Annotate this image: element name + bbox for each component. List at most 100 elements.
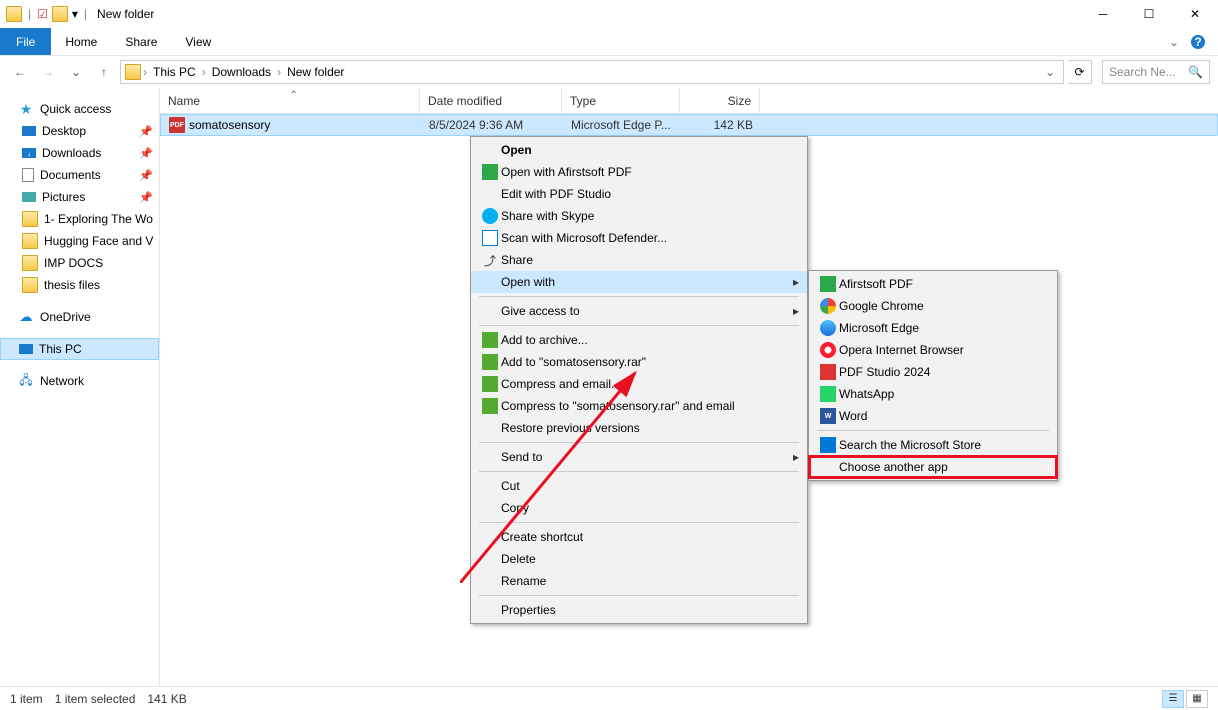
sidebar-quick-access[interactable]: ★Quick access (0, 98, 159, 120)
back-button[interactable]: ← (8, 60, 32, 84)
ctx-separator (479, 522, 799, 523)
refresh-button[interactable]: ⟳ (1068, 60, 1092, 84)
sub-chrome[interactable]: Google Chrome (809, 295, 1057, 317)
maximize-button[interactable]: ☐ (1126, 0, 1172, 28)
ctx-delete[interactable]: Delete (471, 548, 807, 570)
sidebar-label: Downloads (42, 146, 101, 160)
pin-icon: 📌 (139, 147, 153, 160)
recent-dropdown[interactable]: ⌄ (64, 60, 88, 84)
tab-share[interactable]: Share (111, 28, 171, 55)
file-type-cell: Microsoft Edge P... (563, 118, 681, 132)
ctx-send-to[interactable]: Send to▸ (471, 446, 807, 468)
ctx-compress-rar-email[interactable]: Compress to "somatosensory.rar" and emai… (471, 395, 807, 417)
folder-icon (22, 255, 38, 271)
sidebar-label: Documents (40, 168, 101, 182)
breadcrumb-root[interactable]: This PC (149, 65, 200, 79)
qat-properties-icon[interactable]: ☑ (37, 7, 48, 21)
column-size[interactable]: Size (680, 88, 760, 113)
whatsapp-icon (820, 386, 836, 402)
ctx-add-rar[interactable]: Add to "somatosensory.rar" (471, 351, 807, 373)
sidebar-folder-3[interactable]: IMP DOCS (0, 252, 159, 274)
navigation-pane: ★Quick access Desktop📌 ↓Downloads📌 Docum… (0, 88, 160, 686)
column-name[interactable]: Name⌃ (160, 88, 420, 113)
status-selection: 1 item selected (55, 692, 136, 706)
ctx-open[interactable]: Open (471, 139, 807, 161)
breadcrumb-newfolder[interactable]: New folder (283, 65, 348, 79)
tab-view[interactable]: View (171, 28, 225, 55)
ctx-open-with[interactable]: Open with▸ (471, 271, 807, 293)
ctx-scan-defender[interactable]: Scan with Microsoft Defender... (471, 227, 807, 249)
sidebar-folder-2[interactable]: Hugging Face and V (0, 230, 159, 252)
up-button[interactable]: ↑ (92, 60, 116, 84)
tab-home[interactable]: Home (51, 28, 111, 55)
skype-icon (482, 208, 498, 224)
ctx-add-archive[interactable]: Add to archive... (471, 329, 807, 351)
sidebar-network[interactable]: 🖧Network (0, 370, 159, 392)
sidebar-this-pc[interactable]: This PC (0, 338, 159, 360)
breadcrumb-dropdown[interactable]: ⌄ (1041, 65, 1059, 79)
minimize-button[interactable]: ─ (1080, 0, 1126, 28)
file-name: somatosensory (189, 118, 270, 132)
file-list: Name⌃ Date modified Type Size PDFsomatos… (160, 88, 1218, 686)
close-button[interactable]: ✕ (1172, 0, 1218, 28)
file-row[interactable]: PDFsomatosensory 8/5/2024 9:36 AM Micros… (160, 114, 1218, 136)
ctx-copy[interactable]: Copy (471, 497, 807, 519)
ctx-edit-pdfstudio[interactable]: Edit with PDF Studio (471, 183, 807, 205)
sub-afirstsoft[interactable]: Afirstsoft PDF (809, 273, 1057, 295)
sub-opera[interactable]: Opera Internet Browser (809, 339, 1057, 361)
sub-edge[interactable]: Microsoft Edge (809, 317, 1057, 339)
qat-dropdown[interactable]: ▾ (72, 7, 78, 21)
sidebar-label: IMP DOCS (44, 256, 103, 270)
ctx-separator (817, 430, 1049, 431)
window-controls: ─ ☐ ✕ (1080, 0, 1218, 28)
ctx-properties[interactable]: Properties (471, 599, 807, 621)
file-date-cell: 8/5/2024 9:36 AM (421, 118, 563, 132)
ctx-rename[interactable]: Rename (471, 570, 807, 592)
sort-indicator: ⌃ (290, 90, 298, 101)
sidebar-label: Quick access (40, 102, 111, 116)
sub-store[interactable]: Search the Microsoft Store (809, 434, 1057, 456)
qat-folder-icon[interactable] (52, 6, 68, 22)
breadcrumb-downloads[interactable]: Downloads (208, 65, 275, 79)
sidebar-label: Hugging Face and V (44, 234, 153, 248)
forward-button[interactable]: → (36, 60, 60, 84)
sub-whatsapp[interactable]: WhatsApp (809, 383, 1057, 405)
search-input[interactable]: Search Ne... 🔍 (1102, 60, 1210, 84)
defender-icon (482, 230, 498, 246)
sidebar-pictures[interactable]: Pictures📌 (0, 186, 159, 208)
sub-word[interactable]: WWord (809, 405, 1057, 427)
folder-icon (22, 211, 38, 227)
sub-pdfstudio[interactable]: PDF Studio 2024 (809, 361, 1057, 383)
ctx-separator (479, 595, 799, 596)
ctx-give-access[interactable]: Give access to▸ (471, 300, 807, 322)
folder-icon (22, 277, 38, 293)
search-placeholder: Search Ne... (1109, 65, 1176, 79)
ribbon-collapse-chevron[interactable]: ⌄ (1162, 28, 1186, 55)
ctx-share-skype[interactable]: Share with Skype (471, 205, 807, 227)
sidebar-documents[interactable]: Documents📌 (0, 164, 159, 186)
documents-icon (22, 168, 34, 182)
ctx-share[interactable]: ⤴Share (471, 249, 807, 271)
column-date[interactable]: Date modified (420, 88, 562, 113)
ctx-create-shortcut[interactable]: Create shortcut (471, 526, 807, 548)
view-icons-button[interactable]: ▦ (1186, 690, 1208, 708)
breadcrumb[interactable]: › This PC › Downloads › New folder ⌄ (120, 60, 1064, 84)
help-icon[interactable]: ? (1186, 28, 1210, 55)
sidebar-folder-1[interactable]: 1- Exploring The Wo (0, 208, 159, 230)
ctx-open-afirstsoft[interactable]: Open with Afirstsoft PDF (471, 161, 807, 183)
opera-icon (820, 342, 836, 358)
sidebar-label: thesis files (44, 278, 100, 292)
ctx-compress-email[interactable]: Compress and email... (471, 373, 807, 395)
word-icon: W (820, 408, 836, 424)
tab-file[interactable]: File (0, 28, 51, 55)
sidebar-downloads[interactable]: ↓Downloads📌 (0, 142, 159, 164)
ctx-restore-versions[interactable]: Restore previous versions (471, 417, 807, 439)
ctx-separator (479, 296, 799, 297)
ctx-cut[interactable]: Cut (471, 475, 807, 497)
sidebar-desktop[interactable]: Desktop📌 (0, 120, 159, 142)
view-details-button[interactable]: ☰ (1162, 690, 1184, 708)
sidebar-onedrive[interactable]: ☁OneDrive (0, 306, 159, 328)
sidebar-folder-4[interactable]: thesis files (0, 274, 159, 296)
column-type[interactable]: Type (562, 88, 680, 113)
sub-choose-another[interactable]: Choose another app (809, 456, 1057, 478)
